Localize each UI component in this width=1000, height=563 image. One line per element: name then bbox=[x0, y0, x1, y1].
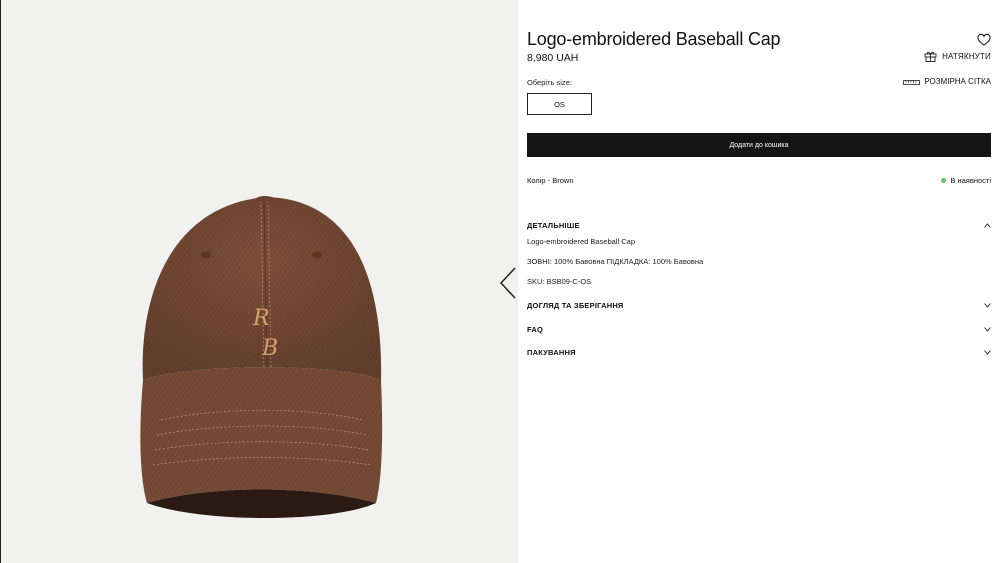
details-line-sku: SKU: BSB09-C-OS bbox=[527, 277, 592, 286]
product-title: Logo-embroidered Baseball Cap bbox=[527, 29, 781, 49]
hint-label: НАТЯКНУТИ bbox=[942, 51, 991, 61]
svg-text:R: R bbox=[252, 306, 270, 331]
hint-button[interactable]: НАТЯКНУТИ bbox=[924, 50, 991, 62]
accordion-details-title: ДЕТАЛЬНІШЕ bbox=[527, 221, 580, 230]
wishlist-heart-icon[interactable] bbox=[977, 33, 991, 46]
product-price: 8,980 UAH bbox=[527, 52, 579, 64]
stock-status: В наявності bbox=[941, 176, 991, 185]
chevron-down-icon bbox=[984, 303, 991, 308]
product-image-cap: R B bbox=[140, 196, 383, 518]
accordion-details-header[interactable]: ДЕТАЛЬНІШЕ bbox=[527, 221, 991, 230]
details-line-composition: ЗОВНІ: 100% Бавовна ПІДКЛАДКА: 100% Баво… bbox=[527, 257, 704, 266]
stock-indicator-dot bbox=[941, 178, 947, 183]
accordion-care-title: ДОГЛЯД ТА ЗБЕРІГАННЯ bbox=[527, 301, 624, 310]
size-select-label: Оберіть size: bbox=[527, 78, 572, 87]
color-info: Колір - Brown bbox=[527, 176, 574, 185]
stock-label: В наявності bbox=[950, 176, 991, 185]
accordion-faq-header[interactable]: FAQ bbox=[527, 325, 991, 334]
svg-text:B: B bbox=[261, 336, 278, 361]
chevron-down-icon bbox=[984, 327, 991, 332]
chevron-down-icon bbox=[984, 350, 991, 355]
accordion-care-header[interactable]: ДОГЛЯД ТА ЗБЕРІГАННЯ bbox=[527, 301, 991, 310]
accordion-packaging-header[interactable]: ПАКУВАННЯ bbox=[527, 348, 991, 357]
gift-icon bbox=[924, 51, 937, 62]
add-to-cart-button[interactable]: Додати до кошика bbox=[527, 133, 991, 157]
ruler-icon bbox=[903, 80, 921, 85]
size-chart-label: РОЗМІРНА СІТКА bbox=[924, 77, 991, 86]
size-option-os[interactable]: OS bbox=[527, 93, 592, 115]
gallery-prev-chevron-left-icon[interactable] bbox=[497, 266, 518, 300]
accordion-packaging-title: ПАКУВАННЯ bbox=[527, 348, 576, 357]
size-chart-link[interactable]: РОЗМІРНА СІТКА bbox=[903, 77, 991, 86]
accordion-faq-title: FAQ bbox=[527, 325, 544, 334]
chevron-up-icon bbox=[984, 223, 991, 228]
product-gallery: R B bbox=[0, 0, 518, 563]
details-line-name: Logo-embroidered Baseball Cap bbox=[527, 237, 635, 246]
product-info-panel: Logo-embroidered Baseball Cap 8,980 UAH … bbox=[527, 0, 991, 563]
